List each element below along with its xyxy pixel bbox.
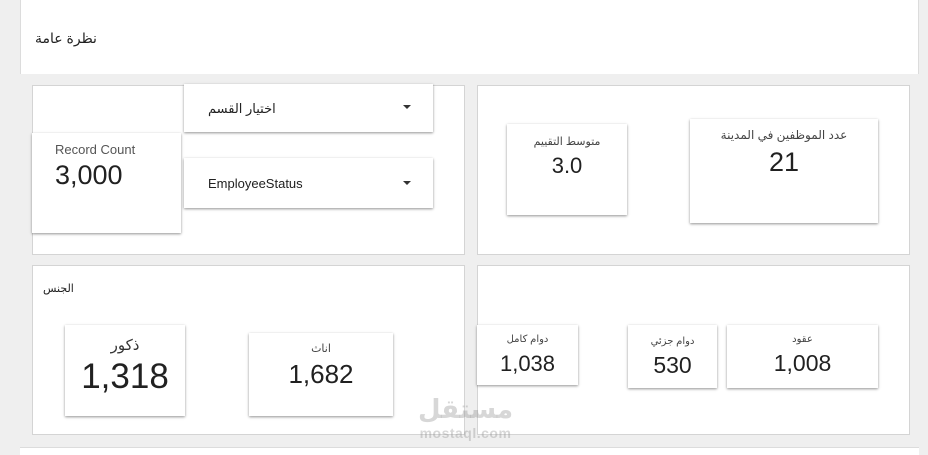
contract-value: 1,008 bbox=[773, 350, 832, 376]
full-time-value: 1,038 bbox=[499, 351, 556, 376]
record-count-card: Record Count 3,000 bbox=[32, 133, 181, 233]
city-employees-card: عدد الموظفين في المدينة 21 bbox=[690, 119, 878, 223]
male-card: ذكور 1,318 bbox=[65, 325, 185, 416]
full-time-card: دوام كامل 1,038 bbox=[477, 325, 578, 385]
male-label: ذكور bbox=[110, 337, 140, 354]
chevron-down-icon bbox=[403, 105, 411, 109]
avg-rating-card: متوسط التقييم 3.0 bbox=[507, 124, 627, 215]
part-time-label: دوام جزئي bbox=[650, 336, 695, 347]
watermark-domain: mostaql.com bbox=[419, 425, 512, 441]
city-employees-label: عدد الموظفين في المدينة bbox=[720, 128, 848, 142]
part-time-value: 530 bbox=[653, 352, 692, 378]
female-label: اناث bbox=[311, 343, 331, 355]
page-title: نظرة عامة bbox=[35, 30, 97, 46]
female-value: 1,682 bbox=[288, 359, 354, 389]
avg-rating-value: 3.0 bbox=[551, 153, 583, 178]
chevron-down-icon bbox=[403, 181, 411, 185]
full-time-label: دوام كامل bbox=[506, 334, 549, 345]
department-select-value: اختيار القسم bbox=[208, 101, 276, 116]
watermark-brand: مستقل bbox=[417, 394, 514, 424]
mostaql-watermark: مستقل mostaql.com bbox=[408, 393, 523, 441]
employee-status-select[interactable]: EmployeeStatus bbox=[184, 158, 433, 208]
avg-rating-label: متوسط التقييم bbox=[533, 136, 601, 148]
gender-title: الجنس bbox=[43, 283, 74, 295]
page-header: نظرة عامة bbox=[20, 0, 919, 74]
part-time-card: دوام جزئي 530 bbox=[628, 325, 717, 388]
record-count-value: 3,000 bbox=[55, 160, 123, 190]
city-employees-value: 21 bbox=[768, 147, 800, 177]
contract-card: عقود 1,008 bbox=[727, 325, 878, 388]
contract-label: عقود bbox=[792, 334, 813, 345]
employee-status-select-value: EmployeeStatus bbox=[208, 176, 303, 191]
bottom-strip bbox=[20, 447, 919, 455]
department-select[interactable]: اختيار القسم bbox=[184, 84, 433, 132]
female-card: اناث 1,682 bbox=[249, 333, 393, 416]
record-count-label: Record Count bbox=[55, 142, 136, 157]
male-value: 1,318 bbox=[81, 357, 169, 396]
